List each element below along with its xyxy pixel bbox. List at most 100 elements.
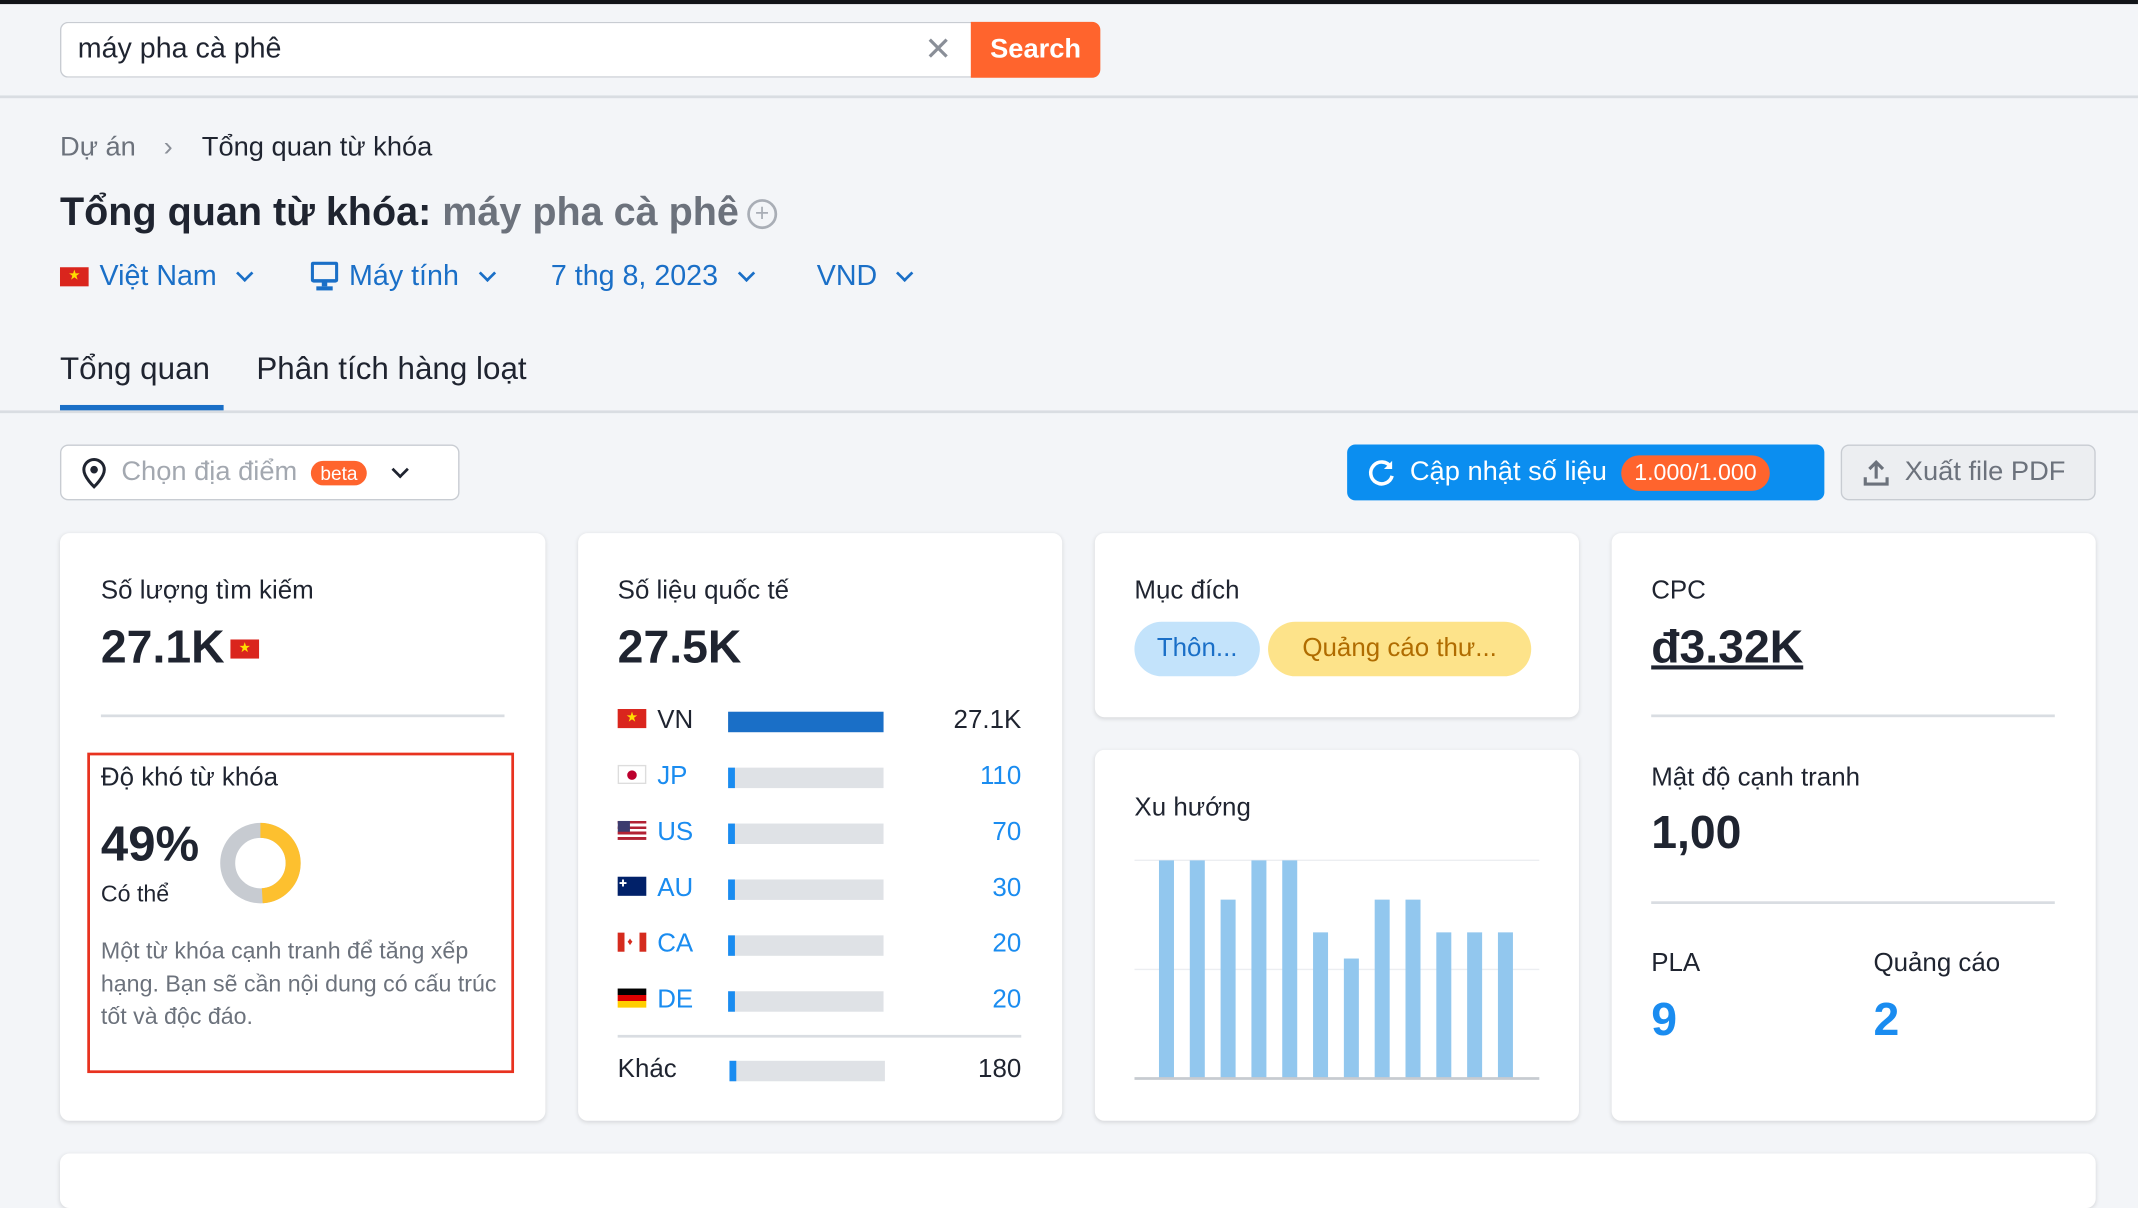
tab-overview[interactable]: Tổng quan — [60, 350, 210, 387]
divider — [100, 714, 505, 718]
add-icon[interactable]: + — [747, 199, 778, 230]
upload-icon — [1863, 459, 1889, 485]
competition-label: Mật độ cạnh tranh — [1651, 763, 1861, 793]
au-flag-icon: ✚ — [617, 874, 647, 904]
country-code: CA — [657, 929, 694, 959]
tab-bulk-analysis[interactable]: Phân tích hàng loạt — [256, 350, 526, 387]
country-row-ca[interactable]: ♦ CA 20 — [617, 929, 1022, 962]
clear-icon[interactable]: ✕ — [924, 30, 951, 70]
country-code: AU — [657, 874, 694, 903]
trend-bar[interactable] — [1251, 860, 1267, 1079]
country-row-au[interactable]: ✚ AU 30 — [617, 873, 1021, 906]
device-label: Máy tính — [349, 260, 459, 292]
date-label: 7 thg 8, 2023 — [550, 260, 719, 292]
country-code: US — [657, 818, 694, 847]
chevron-down-icon — [478, 264, 496, 283]
cpc-label: CPC — [1651, 576, 1706, 606]
volume-value: 27.1K — [100, 621, 225, 674]
trend-bar[interactable] — [1374, 899, 1390, 1079]
competition-value: 1,00 — [1651, 807, 1742, 860]
country-value: 20 — [992, 929, 1022, 959]
trend-bar[interactable] — [1220, 899, 1236, 1079]
chevron-right-icon: › — [163, 132, 173, 163]
share-bar-fill — [728, 934, 735, 956]
device-select[interactable]: Máy tính — [310, 260, 501, 293]
country-row-jp[interactable]: JP 110 — [617, 761, 1021, 794]
page-title-keyword: máy pha cà phê — [442, 190, 739, 235]
cpc-value: đ3.32K — [1651, 621, 1804, 674]
country-value: 70 — [992, 818, 1022, 847]
refresh-icon — [1368, 459, 1394, 485]
trend-bar[interactable] — [1282, 860, 1298, 1079]
desktop-icon — [310, 261, 339, 291]
currency-label: VND — [816, 260, 878, 292]
country-row-other: Khác 180 — [618, 1054, 1022, 1087]
trend-bar[interactable] — [1343, 958, 1359, 1079]
vietnam-flag-icon: ★ — [59, 267, 89, 287]
pla-value[interactable]: 9 — [1651, 994, 1677, 1047]
update-metrics-button[interactable]: Cập nhật số liệu 1.000/1.000 — [1347, 444, 1825, 501]
trend-bar[interactable] — [1189, 860, 1205, 1079]
country-row-de[interactable]: DE 20 — [617, 984, 1022, 1017]
trend-bar[interactable] — [1405, 899, 1421, 1079]
location-select[interactable]: Chọn địa điểm beta — [59, 444, 460, 501]
intent-tag-commercial[interactable]: Quảng cáo thư... — [1268, 621, 1532, 677]
share-bar-fill — [728, 990, 735, 1012]
share-bar — [729, 1060, 885, 1081]
country-label: Việt Nam — [99, 260, 217, 292]
country-code: VN — [657, 706, 694, 735]
breadcrumb-current: Tổng quan từ khóa — [201, 132, 433, 163]
share-bar-fill — [728, 822, 735, 844]
trend-label: Xu hướng — [1134, 793, 1251, 823]
difficulty-level: Có thể — [100, 880, 170, 907]
beta-badge: beta — [310, 460, 368, 485]
trend-bar[interactable] — [1313, 932, 1329, 1079]
update-label: Cập nhật số liệu — [1409, 456, 1607, 487]
share-bar-fill — [729, 1060, 736, 1081]
country-value: 20 — [992, 985, 1022, 1015]
quota-badge: 1.000/1.000 — [1620, 454, 1771, 491]
global-value: 27.5K — [617, 621, 742, 674]
breadcrumb-projects[interactable]: Dự án — [60, 132, 136, 163]
divider — [617, 1034, 1022, 1038]
location-pin-icon — [82, 457, 106, 489]
pla-label: PLA — [1651, 948, 1701, 978]
country-select[interactable]: ★ Việt Nam — [59, 260, 259, 293]
ads-label: Quảng cáo — [1873, 948, 2001, 978]
country-row-vn[interactable]: ★ VN 27.1K — [617, 705, 1021, 738]
trend-bar[interactable] — [1158, 860, 1174, 1079]
share-bar — [728, 711, 884, 732]
share-bar — [728, 990, 884, 1012]
search-button[interactable]: Search — [970, 21, 1101, 78]
chevron-down-icon — [896, 264, 914, 283]
share-bar-fill — [728, 766, 735, 788]
share-bar — [728, 822, 884, 844]
difficulty-value: 49% — [100, 815, 200, 872]
trend-bar[interactable] — [1497, 932, 1513, 1079]
export-pdf-button[interactable]: Xuất file PDF — [1840, 444, 2096, 501]
us-flag-icon — [617, 818, 647, 848]
date-select[interactable]: 7 thg 8, 2023 — [551, 260, 760, 293]
location-placeholder: Chọn địa điểm — [121, 456, 298, 487]
other-label: Khác — [617, 1055, 677, 1084]
top-bar — [0, 0, 2138, 5]
trend-bar[interactable] — [1436, 932, 1452, 1079]
currency-select[interactable]: VND — [817, 260, 920, 293]
de-flag-icon — [617, 986, 647, 1016]
page-title: Tổng quan từ khóa: máy pha cà phê + — [60, 190, 778, 236]
ads-value[interactable]: 2 — [1873, 994, 1899, 1047]
intent-tag-informational[interactable]: Thôn... — [1134, 621, 1260, 677]
divider — [1651, 714, 2055, 718]
share-bar — [728, 766, 884, 788]
country-code: DE — [657, 985, 694, 1015]
intent-label: Mục đích — [1134, 576, 1240, 606]
volume-label: Số lượng tìm kiếm — [100, 576, 314, 606]
country-row-us[interactable]: US 70 — [617, 817, 1022, 850]
export-label: Xuất file PDF — [1904, 456, 2066, 487]
chevron-down-icon — [236, 264, 254, 283]
trend-bar[interactable] — [1467, 932, 1483, 1079]
ca-flag-icon: ♦ — [617, 930, 647, 960]
chevron-down-icon — [737, 264, 755, 283]
vietnam-flag-icon: ★ — [230, 639, 260, 659]
header-divider — [0, 95, 2138, 99]
